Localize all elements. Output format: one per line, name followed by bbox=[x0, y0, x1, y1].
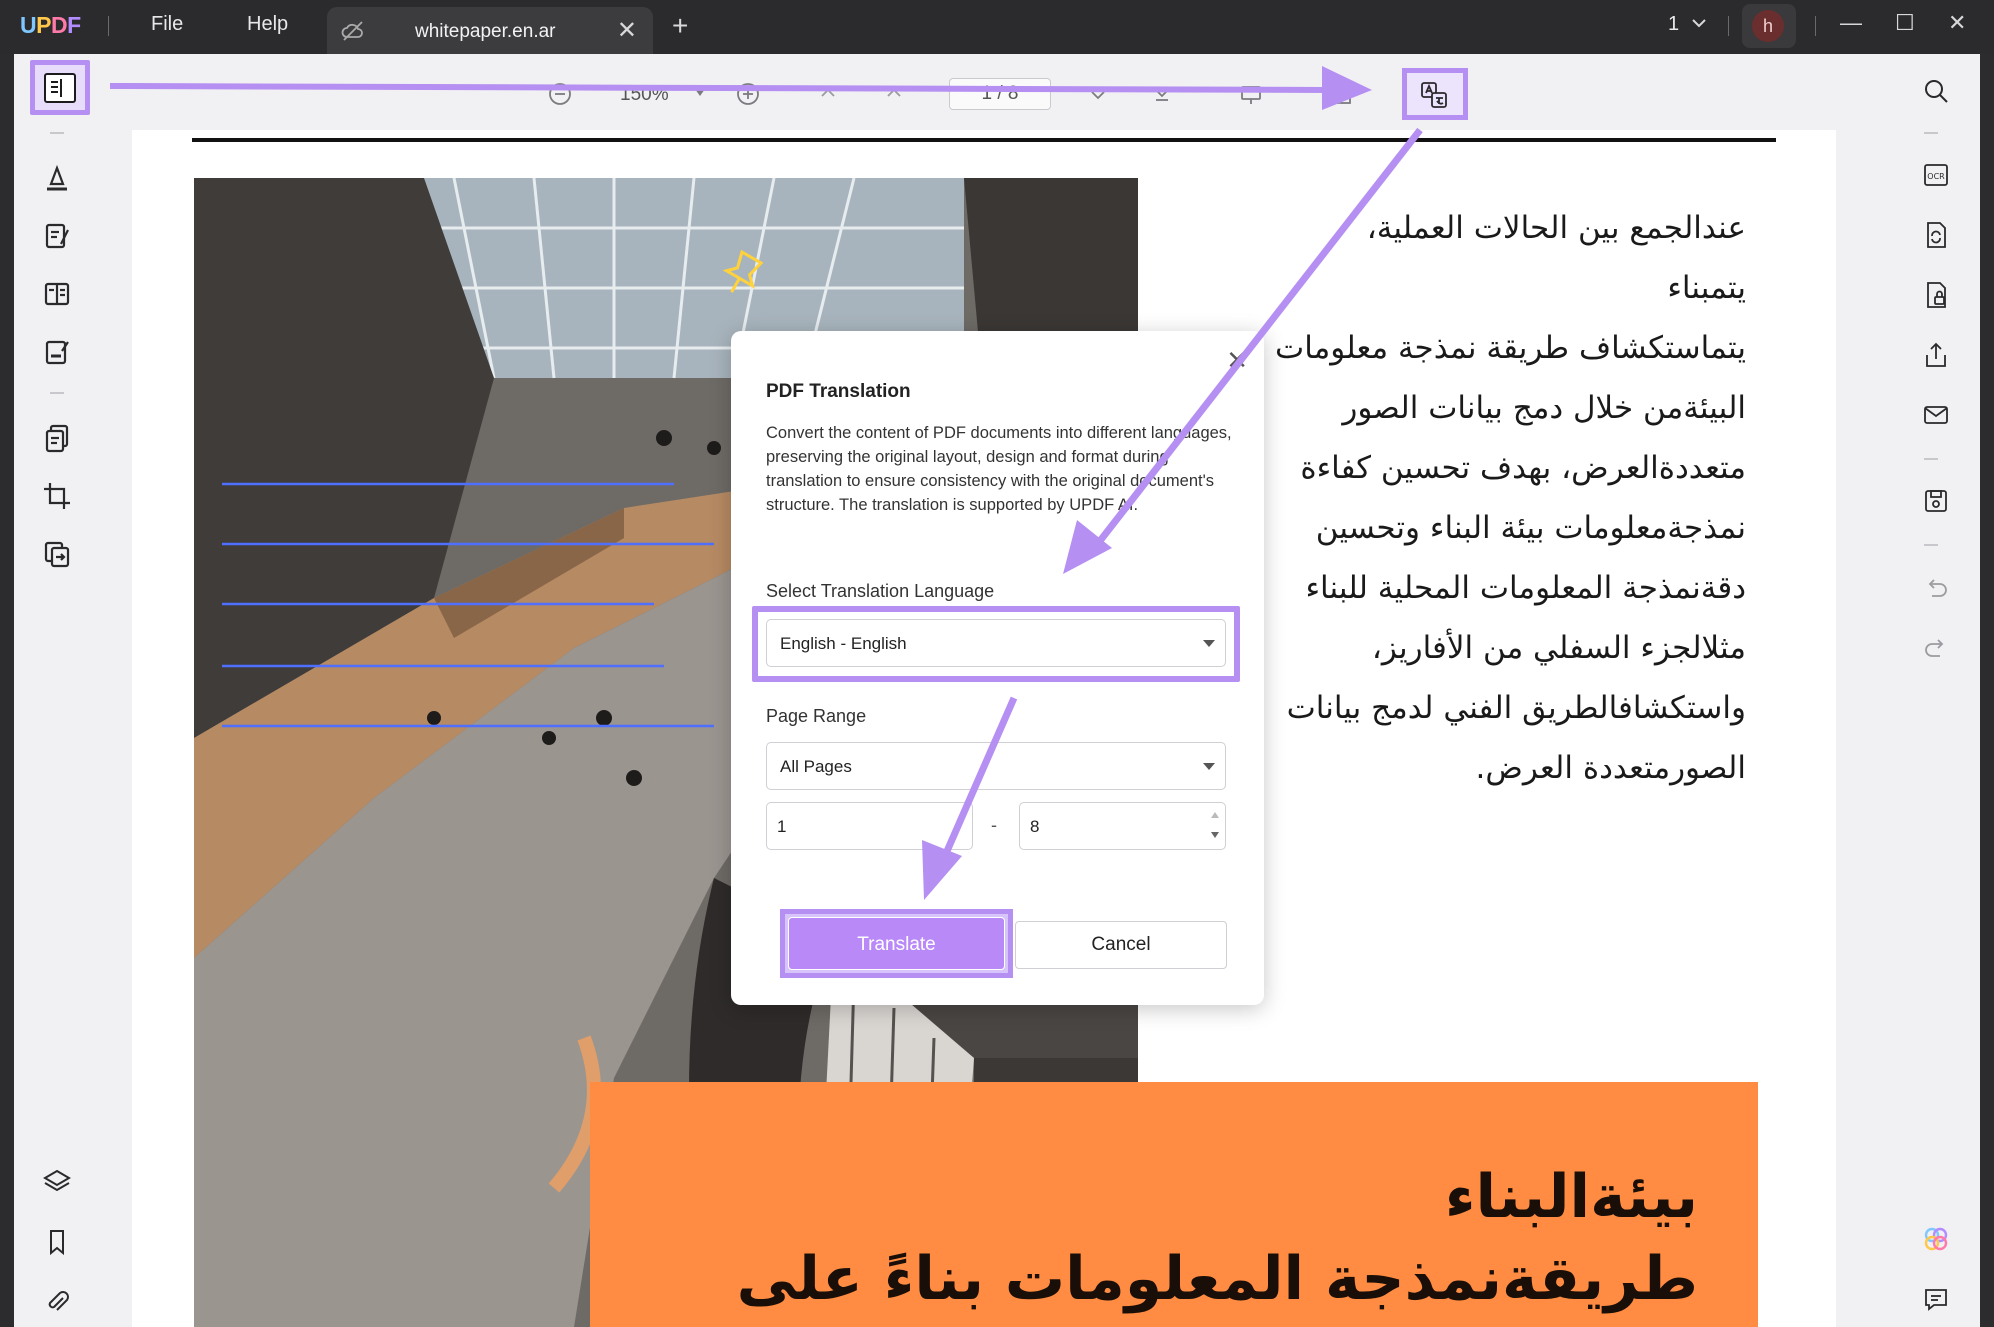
zoom-level[interactable]: 150% bbox=[620, 84, 669, 106]
range-to-value: 8 bbox=[1030, 817, 1040, 836]
translation-language-select[interactable]: English - English bbox=[766, 619, 1226, 667]
search-icon[interactable] bbox=[1921, 76, 1951, 106]
window-count[interactable]: 1 bbox=[1668, 13, 1679, 36]
email-icon[interactable] bbox=[1921, 400, 1951, 430]
previous-page-icon[interactable] bbox=[884, 84, 904, 104]
page-rule bbox=[192, 138, 1776, 142]
updf-ai-icon[interactable] bbox=[1921, 1224, 1951, 1254]
new-tab-icon[interactable]: + bbox=[672, 10, 688, 42]
banner-title-line: بيئةالبناء bbox=[1444, 1162, 1698, 1232]
text-line: عندالجمع بين الحالات العملية، bbox=[1366, 210, 1746, 246]
tab-title: whitepaper.en.ar bbox=[415, 21, 556, 42]
spin-up-icon[interactable] bbox=[1211, 812, 1219, 818]
pdf-translation-dialog: ✕ PDF Translation Convert the content of… bbox=[731, 331, 1264, 1005]
edit-pdf-icon[interactable] bbox=[41, 220, 73, 252]
top-toolbar: 150% 1 / 8 bbox=[104, 54, 1894, 130]
attachment-icon[interactable] bbox=[41, 1286, 73, 1318]
dialog-title: PDF Translation bbox=[766, 381, 911, 402]
right-toolbar: OCR bbox=[1894, 54, 1980, 1327]
next-page-icon[interactable] bbox=[1088, 84, 1108, 104]
text-line: الصورمتعددة العرض. bbox=[1475, 750, 1746, 786]
divider bbox=[1924, 544, 1938, 546]
share-icon[interactable] bbox=[1921, 340, 1951, 370]
divider bbox=[1728, 16, 1729, 36]
text-line: نمذجةمعلومات بيئة البناء وتحسين bbox=[1315, 510, 1746, 546]
minimize-icon[interactable]: — bbox=[1840, 10, 1862, 36]
caret-down-icon bbox=[1203, 640, 1215, 647]
fill-sign-icon[interactable] bbox=[41, 336, 73, 368]
tab-close-icon[interactable]: ✕ bbox=[617, 16, 637, 45]
divider bbox=[1924, 132, 1938, 134]
page-range-label: Page Range bbox=[766, 706, 867, 726]
range-separator: - bbox=[991, 815, 997, 835]
cancel-button[interactable]: Cancel bbox=[1015, 921, 1227, 969]
dialog-close-icon[interactable]: ✕ bbox=[1226, 345, 1248, 376]
undo-icon[interactable] bbox=[1921, 572, 1951, 602]
text-line: متعددةالعرض، بهدف تحسين كفاءة bbox=[1300, 450, 1746, 486]
arabic-paragraph: عندالجمع بين الحالات العملية، يتمبناء يت… bbox=[1180, 198, 1746, 798]
avatar[interactable]: h bbox=[1752, 10, 1784, 42]
app-logo: UPDF bbox=[20, 12, 81, 38]
last-page-icon[interactable] bbox=[1152, 84, 1172, 104]
maximize-icon[interactable]: ☐ bbox=[1895, 10, 1915, 36]
first-page-icon[interactable] bbox=[818, 84, 838, 104]
divider bbox=[1815, 16, 1816, 36]
spin-down-icon[interactable] bbox=[1211, 832, 1219, 838]
language-label: Select Translation Language bbox=[766, 581, 995, 601]
protect-pdf-icon[interactable] bbox=[1921, 280, 1951, 310]
divider bbox=[108, 16, 109, 36]
comment-highlighter-icon[interactable] bbox=[41, 162, 73, 194]
zoom-in-icon[interactable] bbox=[736, 82, 760, 106]
text-line: مثلالجزء السفلي من الأفاريز، bbox=[1371, 630, 1746, 666]
divider bbox=[1924, 458, 1938, 460]
left-toolbar bbox=[14, 54, 104, 1327]
bookmark-icon[interactable] bbox=[41, 1226, 73, 1258]
page-number-input[interactable]: 1 / 8 bbox=[949, 78, 1051, 110]
layers-icon[interactable] bbox=[41, 1166, 73, 1198]
page-range-select[interactable]: All Pages bbox=[766, 742, 1226, 790]
divider bbox=[50, 392, 64, 394]
ocr-icon[interactable]: OCR bbox=[1921, 160, 1951, 190]
title-bar: UPDF File Help whitepaper.en.ar ✕ + 1 h … bbox=[0, 0, 1994, 54]
zoom-dropdown-icon[interactable] bbox=[694, 88, 706, 98]
text-line: يتمبناء bbox=[1667, 270, 1746, 306]
present-icon[interactable] bbox=[1240, 84, 1262, 106]
save-icon[interactable] bbox=[1921, 486, 1951, 516]
chevron-down-icon[interactable] bbox=[1690, 14, 1708, 32]
text-line: يتماستكشاف طريقة نمذجة معلومات bbox=[1275, 330, 1746, 366]
translate-tool-button[interactable] bbox=[1402, 68, 1468, 120]
compare-icon[interactable] bbox=[1328, 84, 1352, 106]
page-layout-icon[interactable] bbox=[41, 278, 73, 310]
zoom-out-icon[interactable] bbox=[548, 82, 572, 106]
dialog-description: Convert the content of PDF documents int… bbox=[766, 424, 1232, 514]
language-value: English - English bbox=[780, 634, 907, 653]
cloud-off-icon bbox=[341, 21, 363, 41]
range-to-input[interactable]: 8 bbox=[1019, 802, 1226, 850]
caret-down-icon bbox=[1203, 763, 1215, 770]
comments-panel-icon[interactable] bbox=[1921, 1284, 1951, 1314]
translate-icon bbox=[1421, 82, 1447, 108]
svg-text:OCR: OCR bbox=[1927, 172, 1945, 181]
organize-pages-icon[interactable] bbox=[41, 422, 73, 454]
text-line: دقةنمذجة المعلومات المحلية للبناء bbox=[1305, 570, 1746, 606]
convert-icon[interactable] bbox=[41, 538, 73, 570]
document-tab[interactable]: whitepaper.en.ar ✕ bbox=[327, 7, 653, 54]
range-from-value: 1 bbox=[777, 817, 787, 836]
redo-icon[interactable] bbox=[1921, 632, 1951, 662]
menu-file[interactable]: File bbox=[151, 13, 183, 36]
range-from-input[interactable]: 1 bbox=[766, 802, 973, 850]
crop-icon[interactable] bbox=[41, 480, 73, 512]
reader-icon bbox=[44, 73, 76, 103]
window-close-icon[interactable]: ✕ bbox=[1948, 10, 1966, 36]
menu-help[interactable]: Help bbox=[247, 13, 288, 36]
translate-button[interactable]: Translate bbox=[788, 917, 1005, 970]
convert-pdf-icon[interactable] bbox=[1921, 220, 1951, 250]
banner-title-line: طريقةنمذجة المعلومات بناءً على bbox=[736, 1244, 1698, 1314]
text-line: واستكشافالطريق الفني لدمج بيانات bbox=[1286, 690, 1746, 726]
reader-mode-button[interactable] bbox=[30, 60, 90, 115]
title-banner: بيئةالبناء طريقةنمذجة المعلومات بناءً عل… bbox=[590, 1082, 1758, 1327]
text-line: البيئةمن خلال دمج بيانات الصور bbox=[1342, 390, 1746, 426]
divider bbox=[50, 132, 64, 134]
page-range-value: All Pages bbox=[780, 757, 852, 776]
